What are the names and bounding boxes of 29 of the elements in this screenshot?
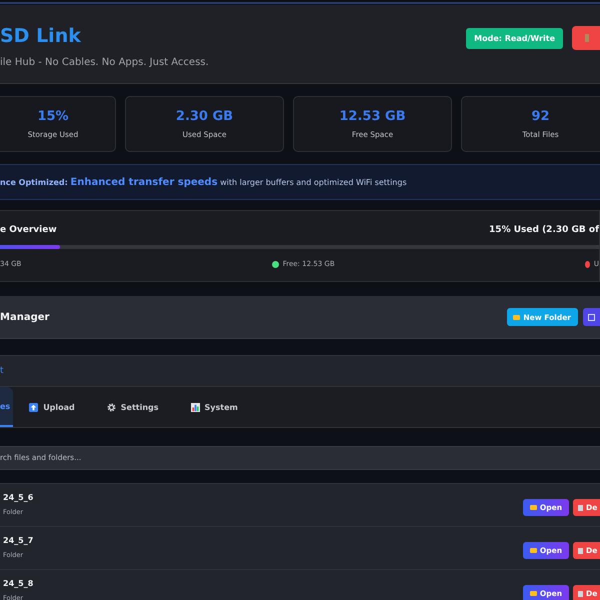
- upload-icon: [29, 402, 38, 412]
- panel-title: Manager: [0, 312, 50, 322]
- settings-icon: [106, 402, 116, 412]
- tab[interactable]: Settings: [90, 387, 175, 427]
- banner-text: nce Optimized: Enhanced transfer speeds with larger buffers and optimized WiFi settings: [0, 176, 407, 188]
- app-title: SD Link: [0, 24, 82, 46]
- stat-value: 92: [531, 109, 550, 124]
- folder-icon: [530, 548, 537, 553]
- trash-icon: [578, 504, 583, 510]
- folder-icon: [530, 591, 537, 596]
- breadcrumb-link[interactable]: t: [0, 366, 4, 376]
- stat-value: 2.30 GB: [176, 109, 234, 124]
- file-name: 24_5_7: [3, 536, 34, 545]
- tab[interactable]: es: [0, 387, 14, 427]
- folder-icon: [530, 505, 537, 510]
- file-name: 24_5_6: [3, 493, 34, 502]
- stat-value: 15%: [37, 109, 69, 124]
- trash-icon: [578, 590, 583, 596]
- refresh-button[interactable]: [583, 308, 600, 326]
- file-name: 24_5_8: [3, 579, 34, 588]
- stat-value: 12.53 GB: [339, 109, 406, 124]
- panel-title: e Overview: [0, 225, 57, 235]
- tab[interactable]: System: [174, 387, 254, 427]
- trash-icon: [578, 548, 583, 554]
- tab[interactable]: Upload: [13, 387, 91, 427]
- app-subtitle: ile Hub - No Cables. No Apps. Just Access.: [0, 56, 209, 68]
- bar-chart-icon: [190, 402, 200, 412]
- usage-summary: 15% Used (2.30 GB of: [489, 225, 599, 235]
- folder-icon: [513, 314, 520, 320]
